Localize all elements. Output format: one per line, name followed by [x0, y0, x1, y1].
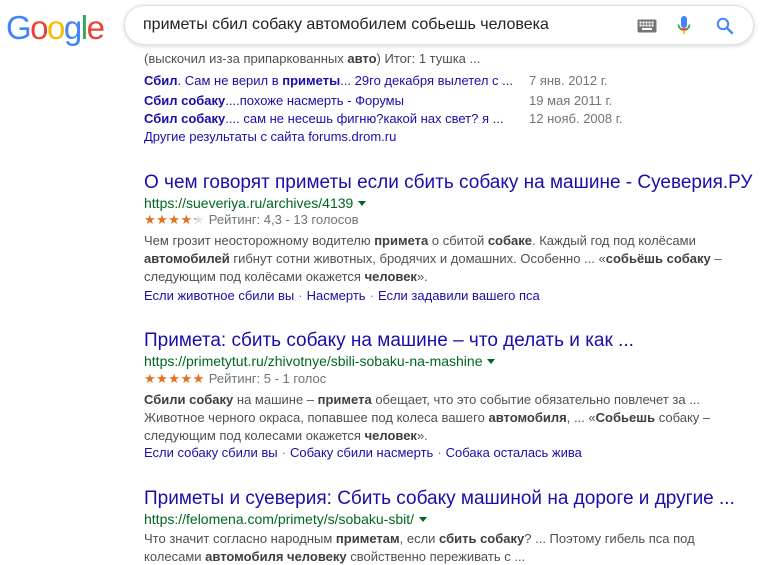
google-logo[interactable]: Google: [6, 9, 105, 46]
result-snippet-line: Сбили собаку на машине – примета обещает…: [144, 392, 701, 407]
rating-text: Рейтинг: 5 - 1 голос: [208, 371, 327, 386]
result-snippet-line: Что значит согласно народным приметам, е…: [144, 531, 695, 546]
more-results-link[interactable]: Другие результаты с сайта forums.drom.ru: [144, 128, 396, 145]
microphone-icon[interactable]: [672, 14, 696, 38]
forum-sublink-row: Сбил. Сам не верил в приметы... 29го дек…: [144, 72, 744, 89]
result-url: https://felomena.com/primety/s/sobaku-sb…: [144, 510, 427, 528]
logo-letter: G: [6, 9, 32, 46]
rating-stars-icon: ★★★★★★★★★★: [144, 212, 205, 227]
rating-stars-icon: ★★★★★★★★★★: [144, 371, 205, 386]
result-rating: ★★★★★★★★★★Рейтинг: 4,3 - 13 голосов: [144, 212, 359, 228]
search-box[interactable]: [124, 5, 754, 45]
result-snippet-line: колесами автомобиля человеку свойственно…: [144, 549, 526, 564]
rating-text: Рейтинг: 4,3 - 13 голосов: [208, 212, 359, 227]
result-url-text: https://felomena.com/primety/s/sobaku-sb…: [144, 511, 414, 527]
logo-letter: o: [30, 9, 48, 46]
forum-sublink-title[interactable]: Сбил. Сам не верил в приметы... 29го дек…: [144, 72, 513, 89]
result-sitelinks: Если животное сбили вы · Насмерть · Если зад…: [144, 287, 540, 304]
result-sitelinks: Если собаку сбили вы · Собаку сбили насмер…: [144, 444, 582, 461]
logo-letter: e: [86, 9, 105, 46]
result-snippet-line: Животное черного окраса, попавшее под ко…: [144, 410, 711, 425]
logo-letter: g: [63, 9, 82, 46]
sitelink[interactable]: Насмерть: [307, 288, 366, 303]
sitelink[interactable]: Если собаку сбили вы: [144, 445, 278, 460]
search-icon[interactable]: [713, 14, 737, 38]
sitelink-separator: ·: [281, 445, 286, 460]
result-title-link[interactable]: Приметы и суеверия: Сбить собаку машиной…: [144, 487, 735, 510]
forum-sublink-date: 7 янв. 2012 г.: [529, 73, 608, 88]
forum-sublink-title[interactable]: Сбил собаку....похоже насмерть - Форумы: [144, 92, 404, 109]
sitelink-separator: ·: [298, 288, 303, 303]
result-rating: ★★★★★ ★★★★★ Рейтинг: 5 - 1 голос: [144, 371, 326, 387]
search-input[interactable]: [143, 6, 613, 44]
result-url-text: https://primetytut.ru/zhivotnye/sbili-so…: [144, 353, 483, 369]
sitelink[interactable]: Если животное сбили вы: [144, 288, 294, 303]
forum-sublink-title[interactable]: Сбил собаку.... сам не несешь фигню?како…: [144, 110, 503, 127]
sitelink[interactable]: Если задавили вашего пса: [378, 288, 540, 303]
result-snippet-fragment: (выскочил из-за припаркованных авто) Ито…: [144, 51, 481, 66]
dropdown-caret-icon[interactable]: [358, 200, 367, 206]
forum-sublink-row: Сбил собаку....похоже насмерть - Форумы 1…: [144, 92, 744, 109]
sitelink[interactable]: Собаку сбили насмерть: [290, 445, 433, 460]
result-url: https://sueveriya.ru/archives/4139: [144, 194, 367, 212]
result-title-link[interactable]: О чем говорят приметы если сбить собаку …: [144, 171, 753, 194]
forum-sublink-date: 19 мая 2011 г.: [529, 93, 613, 108]
result-snippet-line: следующим под колёсами окажется человек»…: [144, 269, 428, 284]
sitelink[interactable]: Собака осталась жива: [446, 445, 582, 460]
keyboard-icon[interactable]: [635, 14, 659, 38]
result-title-link[interactable]: Примета: сбить собаку на машине – что де…: [144, 329, 634, 352]
forum-sublink-date: 12 нояб. 2008 г.: [529, 111, 623, 126]
result-url-text: https://sueveriya.ru/archives/4139: [144, 195, 354, 211]
dropdown-caret-icon[interactable]: [419, 516, 427, 522]
sitelink-separator: ·: [437, 445, 442, 460]
sitelink-separator: ·: [369, 288, 374, 303]
result-snippet-line: автомобилей гибнут сотни животных, бродя…: [144, 251, 722, 266]
dropdown-caret-icon[interactable]: [487, 358, 496, 364]
result-url: https://primetytut.ru/zhivotnye/sbili-so…: [144, 352, 496, 370]
forum-sublink-row: Сбил собаку.... сам не несешь фигню?како…: [144, 110, 744, 127]
logo-letter: o: [47, 9, 65, 46]
result-snippet-line: следующим под колесами окажется человек»…: [144, 428, 428, 443]
result-snippet-line: Чем грозит неосторожному водителю примет…: [144, 233, 696, 248]
